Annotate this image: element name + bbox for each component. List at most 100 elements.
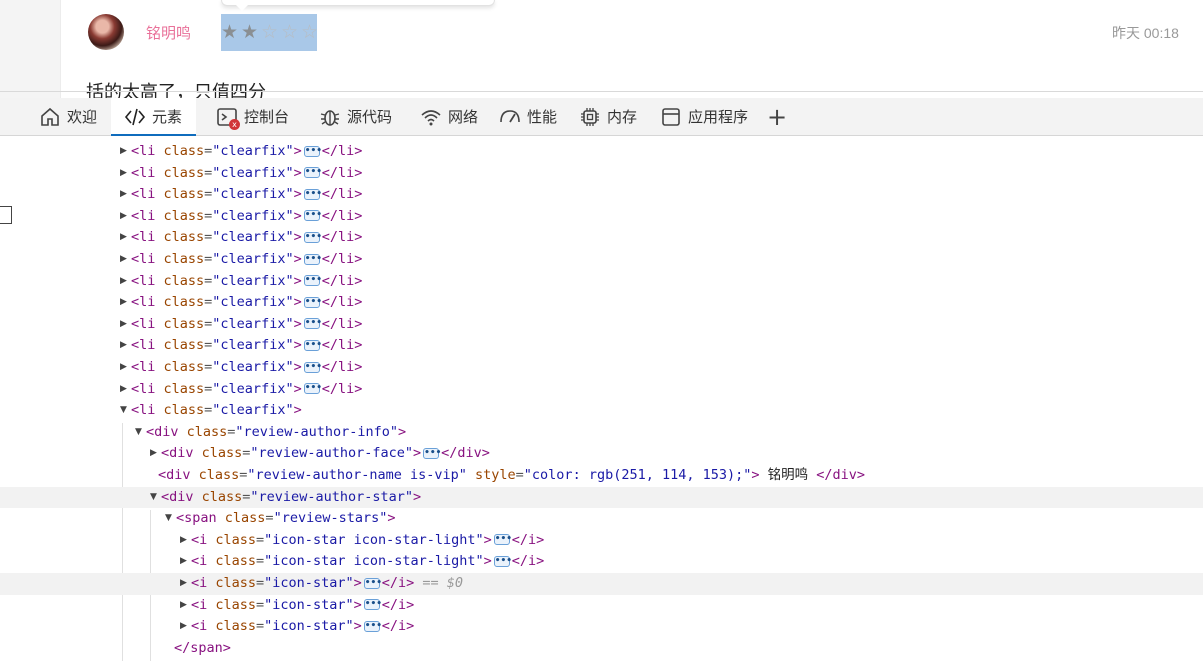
inspect-tooltip (221, 0, 495, 6)
tree-node-li-collapsed[interactable]: ▶ <li class="clearfix"> •••</li> (0, 335, 1203, 357)
tag-name: <li (131, 272, 164, 289)
tree-node-li-collapsed[interactable]: ▶ <li class="clearfix"> •••</li> (0, 292, 1203, 314)
attribute-value: "icon-star" (264, 596, 354, 613)
collapsed-ellipsis-button[interactable]: ••• (303, 296, 322, 308)
expand-triangle-icon[interactable]: ▶ (120, 206, 127, 228)
tag-name: <li (131, 359, 164, 375)
attribute-name: class (163, 272, 205, 289)
tab-welcome[interactable]: 欢迎 (38, 98, 97, 135)
collapsed-ellipsis-button[interactable]: ••• (363, 599, 382, 611)
tree-node-li-collapsed[interactable]: ▶ <li class="clearfix"> •••</li> (0, 379, 1203, 401)
collapsed-ellipsis-button[interactable]: ••• (303, 253, 322, 265)
expand-triangle-icon[interactable]: ▶ (180, 530, 187, 552)
collapse-triangle-icon[interactable]: ▼ (150, 487, 157, 509)
expand-triangle-icon[interactable]: ▶ (120, 314, 127, 336)
tree-node-row[interactable]: ▶ <i class="icon-star"> •••</i> == $0 (0, 573, 1203, 595)
expand-triangle-icon[interactable]: ▶ (120, 249, 127, 271)
tree-node-row[interactable]: ▶ <i class="icon-star icon-star-light"> ••… (0, 530, 1203, 552)
collapsed-ellipsis-button[interactable]: ••• (303, 188, 322, 200)
tree-node-li-collapsed[interactable]: ▶ <li class="clearfix"> •••</li> (0, 206, 1203, 228)
expand-triangle-icon[interactable]: ▶ (120, 163, 127, 185)
tree-node-li-collapsed[interactable]: ▶ <li class="clearfix"> •••</li> (0, 184, 1203, 206)
tab-memory[interactable]: 内存 (578, 98, 637, 135)
tree-node-row[interactable]: ▼ <div class="review-author-info"> (0, 422, 1203, 444)
tree-node-li-expanded[interactable]: ▼ <li class="clearfix"> (0, 400, 1203, 422)
collapsed-ellipsis-button[interactable]: ••• (303, 275, 322, 287)
collapsed-ellipsis-button[interactable]: ••• (303, 383, 322, 395)
tag-name: </i> (511, 553, 545, 570)
collapsed-ellipsis-button[interactable]: ••• (303, 231, 322, 243)
attribute-value: "icon-star icon-star-light" (264, 531, 484, 548)
collapsed-ellipsis-button[interactable]: ••• (363, 577, 382, 589)
inspect-tooltip-arrow (235, 4, 249, 11)
attribute-value: "review-author-name is-vip" (247, 467, 467, 483)
tag-name: > (353, 596, 362, 613)
expand-triangle-icon[interactable]: ▶ (120, 335, 127, 357)
collapsed-ellipsis-button[interactable]: ••• (493, 555, 512, 567)
tree-node-row[interactable]: <div class = "review-author-name is-vip" s… (0, 465, 1203, 487)
expand-triangle-icon[interactable]: ▶ (180, 595, 187, 617)
code-icon (123, 105, 147, 129)
attribute-value: "clearfix" (212, 402, 294, 419)
expand-triangle-icon[interactable]: ▶ (120, 184, 127, 206)
tree-node-li-collapsed[interactable]: ▶ <li class="clearfix"> •••</li> (0, 141, 1203, 163)
collapsed-ellipsis-button[interactable]: ••• (303, 339, 322, 351)
expand-triangle-icon[interactable]: ▶ (120, 227, 127, 249)
collapsed-ellipsis-button[interactable]: ••• (303, 361, 322, 373)
expand-triangle-icon[interactable]: ▶ (120, 357, 127, 379)
tree-node-row[interactable]: ▶ <i class="icon-star"> •••</i> (0, 595, 1203, 617)
collapsed-ellipsis-button[interactable]: ••• (423, 447, 441, 459)
tree-node-li-collapsed[interactable]: ▶ <li class="clearfix"> •••</li> (0, 227, 1203, 249)
collapsed-ellipsis-button[interactable]: ••• (303, 145, 322, 157)
review-author-name[interactable]: 铭明鸣 (146, 22, 191, 43)
star-icon-2: ★ (241, 21, 259, 43)
avatar[interactable] (88, 14, 124, 50)
expand-triangle-icon[interactable]: ▶ (120, 271, 127, 293)
attribute-name: class (163, 337, 205, 354)
tree-node-li-collapsed[interactable]: ▶ <li class="clearfix"> •••</li> (0, 271, 1203, 293)
tab-network[interactable]: 网络 (419, 98, 478, 135)
tree-node-row[interactable]: ▶ <div class="review-author-face"> •••</di… (0, 443, 1203, 465)
tag-name: </i> (511, 531, 545, 548)
attribute-name: class (215, 596, 257, 613)
tree-node-row[interactable]: ▶ <i class="icon-star icon-star-light"> ••… (0, 551, 1203, 573)
tree-node-row[interactable]: </span> (0, 638, 1203, 660)
expand-triangle-icon[interactable]: ▶ (120, 141, 127, 163)
collapse-triangle-icon[interactable]: ▼ (135, 422, 142, 444)
tag-name: <li (131, 186, 164, 203)
tree-node-li-collapsed[interactable]: ▶ <li class="clearfix"> •••</li> (0, 357, 1203, 379)
tag-name: > (397, 423, 407, 440)
tab-console[interactable]: x 控制台 (215, 98, 289, 135)
tab-elements[interactable]: 元素 (111, 98, 197, 136)
expand-triangle-icon[interactable]: ▶ (150, 443, 157, 465)
collapse-triangle-icon[interactable]: ▼ (165, 508, 172, 530)
collapsed-ellipsis-button[interactable]: ••• (303, 318, 322, 330)
tree-node-row[interactable]: ▼ <span class="review-stars"> (0, 508, 1203, 530)
equals-sign: = (256, 575, 265, 591)
expand-triangle-icon[interactable]: ▶ (180, 573, 187, 595)
expand-triangle-icon[interactable]: ▶ (120, 292, 127, 314)
tree-node-row[interactable]: ▶ <i class="icon-star"> •••</i> (0, 616, 1203, 638)
tree-node-li-collapsed[interactable]: ▶ <li class="clearfix"> •••</li> (0, 163, 1203, 185)
page-devtools-separator[interactable] (0, 91, 1203, 92)
tag-name: </li> (321, 207, 363, 224)
expand-triangle-icon[interactable]: ▶ (180, 551, 187, 573)
tree-node-li-collapsed[interactable]: ▶ <li class="clearfix"> •••</li> (0, 249, 1203, 271)
attribute-name: class (163, 380, 205, 397)
tab-performance[interactable]: 性能 (498, 98, 557, 135)
collapsed-ellipsis-button[interactable]: ••• (363, 620, 382, 632)
expand-triangle-icon[interactable]: ▶ (180, 616, 187, 638)
tag-name: > (293, 294, 302, 311)
tree-node-li-collapsed[interactable]: ▶ <li class="clearfix"> •••</li> (0, 314, 1203, 336)
collapsed-ellipsis-button[interactable]: ••• (493, 534, 512, 546)
collapse-triangle-icon[interactable]: ▼ (120, 400, 127, 422)
expand-triangle-icon[interactable]: ▶ (120, 379, 127, 401)
attribute-value: "review-author-info" (235, 423, 398, 440)
tab-application[interactable]: 应用程序 (659, 98, 748, 135)
collapsed-ellipsis-button[interactable]: ••• (303, 167, 322, 179)
tree-node-row[interactable]: ▼ <div class="review-author-star"> (0, 486, 1203, 509)
add-tab-button[interactable]: + (767, 98, 787, 135)
tag-name: <li (131, 337, 164, 354)
collapsed-ellipsis-button[interactable]: ••• (303, 210, 322, 222)
tab-sources[interactable]: 源代码 (318, 98, 392, 135)
